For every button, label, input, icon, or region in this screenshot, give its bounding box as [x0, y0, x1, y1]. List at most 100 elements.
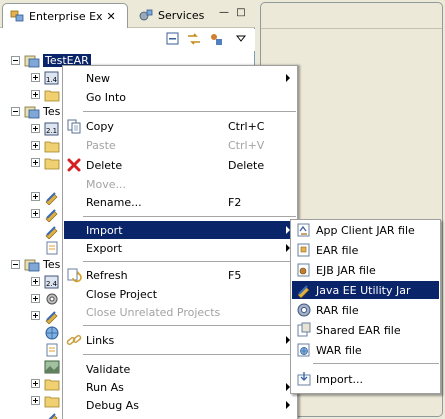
expand-plus-icon[interactable] — [31, 379, 40, 388]
menu-item-debug-as[interactable]: Debug As — [64, 396, 296, 414]
submenu-item-java-ee-utility-jar[interactable]: Java EE Utility Jar — [292, 281, 439, 299]
menu-separator — [313, 363, 439, 364]
view-tab-bar: Enterprise Ex ✕ Services — □ — [0, 0, 255, 28]
menu-item-close-unrelated-projects[interactable]: Close Unrelated Projects — [64, 303, 296, 321]
menu-item-links[interactable]: Links — [64, 331, 296, 349]
tree-row[interactable] — [31, 358, 60, 375]
expand-plus-icon[interactable] — [31, 277, 40, 286]
expand-plus-icon[interactable] — [31, 209, 40, 218]
tree-row[interactable] — [31, 341, 60, 358]
menu-item-import[interactable]: Import — [64, 221, 296, 239]
collapse-minus-icon[interactable] — [11, 56, 20, 65]
tree-row[interactable] — [31, 307, 60, 324]
tree-row[interactable] — [31, 239, 60, 256]
menu-item-close-project[interactable]: Close Project — [64, 285, 296, 303]
menu-item-label: Export — [86, 241, 123, 255]
menu-item-label: WAR file — [316, 343, 362, 357]
collapse-all-icon[interactable] — [165, 31, 181, 47]
expand-plus-icon[interactable] — [31, 124, 40, 133]
submenu-item-shared-ear-file[interactable]: Shared EAR file — [292, 321, 439, 339]
tree-row[interactable]: Tes — [11, 103, 60, 120]
minimize-icon[interactable]: — — [217, 5, 231, 19]
menu-item-label: Shared EAR file — [316, 323, 401, 337]
project-icon — [24, 104, 40, 120]
collapse-minus-icon[interactable] — [11, 260, 20, 269]
tree-row[interactable] — [31, 290, 60, 307]
ejb-jar-file-icon — [296, 262, 312, 278]
maximize-icon[interactable]: □ — [234, 5, 248, 19]
submenu-item-import-wizard[interactable]: Import... — [292, 370, 439, 388]
tree-row[interactable]: 2.4 — [31, 273, 60, 290]
menu-item-new[interactable]: New — [64, 69, 296, 87]
tree-row[interactable] — [31, 324, 60, 341]
tree-row[interactable] — [31, 409, 60, 419]
expand-plus-icon[interactable] — [31, 141, 40, 150]
image-icon — [44, 359, 60, 375]
view-menu-chevron-down-icon[interactable] — [233, 31, 249, 47]
tree-row[interactable] — [31, 222, 60, 239]
expand-plus-icon[interactable] — [31, 192, 40, 201]
submenu-item-ejb-jar-file[interactable]: EJB JAR file — [292, 261, 439, 279]
expand-plus-icon[interactable] — [31, 294, 40, 303]
file-icon — [44, 240, 60, 256]
menu-item-paste[interactable]: Paste Ctrl+V — [64, 136, 296, 154]
tree-row[interactable] — [31, 375, 60, 392]
menu-item-validate[interactable]: Validate — [64, 360, 296, 378]
expand-plus-icon[interactable] — [31, 73, 40, 82]
menu-item-label: Links — [86, 333, 115, 347]
link-with-editor-icon[interactable] — [186, 31, 202, 47]
tree-row[interactable]: 2.1 — [31, 120, 60, 137]
services-icon — [138, 8, 154, 24]
tab-services[interactable]: Services — [132, 3, 204, 28]
menu-item-label: Close Unrelated Projects — [86, 305, 221, 319]
menu-item-label: Go Into — [86, 90, 127, 104]
ear-file-icon — [296, 242, 312, 258]
folder-icon — [44, 155, 60, 171]
close-icon[interactable]: ✕ — [107, 10, 116, 23]
copy-icon — [66, 118, 82, 134]
menu-item-refresh[interactable]: Refresh F5 — [64, 266, 296, 284]
submenu-item-ear-file[interactable]: EAR file — [292, 241, 439, 259]
delete-x-icon — [66, 157, 82, 173]
expand-plus-icon[interactable] — [31, 158, 40, 167]
tree-row[interactable] — [31, 137, 60, 154]
tree-row[interactable] — [31, 392, 60, 409]
menu-item-go-into[interactable]: Go Into — [64, 88, 296, 106]
jar-icon — [44, 308, 60, 324]
filter-icon[interactable] — [208, 31, 224, 47]
collapse-minus-icon[interactable] — [11, 107, 20, 116]
rar-file-icon — [296, 302, 312, 318]
tree-row[interactable] — [31, 188, 60, 205]
tab-enterprise-explorer[interactable]: Enterprise Ex ✕ — [2, 3, 128, 28]
svg-text:1.4: 1.4 — [46, 76, 58, 84]
editor-tab-bar — [261, 3, 442, 29]
submenu-item-rar-file[interactable]: RAR file — [292, 301, 439, 319]
war-file-icon — [296, 342, 312, 358]
tree-row[interactable] — [31, 86, 60, 103]
tree-row[interactable]: Tes — [11, 256, 60, 273]
app-client-jar-icon — [296, 222, 312, 238]
svg-text:2.4: 2.4 — [46, 280, 58, 288]
menu-item-rename[interactable]: Rename... F2 — [64, 193, 296, 211]
menu-item-copy[interactable]: Copy Ctrl+C — [64, 117, 296, 135]
menu-item-label: Import — [86, 223, 123, 237]
ear-lib-1-4-icon: 1.4 — [44, 70, 60, 86]
menu-item-export[interactable]: Export — [64, 239, 296, 257]
menu-item-label: Delete — [86, 158, 123, 172]
links-icon — [66, 332, 82, 348]
tree-row[interactable] — [31, 205, 60, 222]
menu-item-label: Debug As — [86, 398, 139, 412]
tree-row[interactable]: 1.4 — [31, 69, 60, 86]
refresh-icon — [66, 267, 82, 283]
submenu-item-war-file[interactable]: WAR file — [292, 341, 439, 359]
tree-row[interactable] — [31, 154, 60, 171]
expand-plus-icon[interactable] — [31, 90, 40, 99]
expand-plus-icon[interactable] — [31, 311, 40, 320]
menu-item-delete[interactable]: Delete Delete — [64, 156, 296, 174]
submenu-item-app-client-jar[interactable]: App Client JAR file — [292, 221, 439, 239]
menu-item-move[interactable]: Move... — [64, 175, 296, 193]
menu-item-run-as[interactable]: Run As — [64, 378, 296, 396]
expand-plus-icon[interactable] — [31, 396, 40, 405]
menu-item-label: App Client JAR file — [316, 223, 415, 237]
jar-icon — [44, 410, 60, 419]
